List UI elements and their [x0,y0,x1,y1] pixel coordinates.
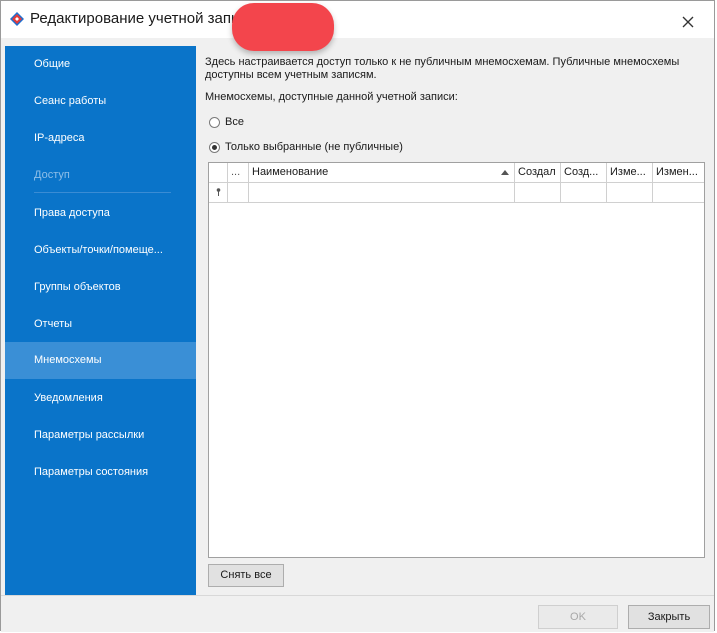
radio-selected-option[interactable]: Только выбранные (не публичные) [209,139,403,155]
filter-cell-modified-by[interactable] [607,183,653,202]
sidebar-item-objects[interactable]: Объекты/точки/помеще... [5,232,196,269]
redaction-mark [232,3,334,51]
sidebar-item-mailing-params[interactable]: Параметры рассылки [5,417,196,454]
sidebar-item-reports[interactable]: Отчеты [5,306,196,343]
radio-all-option[interactable]: Все [209,114,244,130]
column-header-more[interactable]: ... [228,163,249,182]
sort-ascending-icon [501,170,509,175]
filter-cell-created-by[interactable] [515,183,561,202]
sidebar-item-mnemonic-schemes[interactable]: Мнемосхемы [5,342,196,379]
filter-cell-created[interactable] [561,183,607,202]
sidebar-section-access: Доступ [34,169,70,181]
info-line-2: доступны всем учетным записям. [205,69,377,81]
filter-row-indicator [209,183,228,202]
sidebar-item-session[interactable]: Сеанс работы [5,83,196,120]
sidebar-item-access-rights[interactable]: Права доступа [5,195,196,232]
info-line-1: Здесь настраивается доступ только к не п… [205,56,680,68]
radio-all-label: Все [225,116,244,128]
sidebar-item-object-groups[interactable]: Группы объектов [5,269,196,306]
content-panel: Здесь настраивается доступ только к не п… [196,46,713,595]
filter-cell-modified[interactable] [653,183,704,202]
column-header-modified[interactable]: Измен... [653,163,704,182]
window-title: Редактирование учетной запис [30,10,247,27]
row-indicator-header [209,163,228,182]
settings-sidebar: Общие Сеанс работы IP-адреса Доступ Прав… [5,46,196,595]
close-icon[interactable] [681,15,695,29]
filter-cell-more[interactable] [228,183,249,202]
edit-account-dialog: Редактирование учетной запис Общие Сеанс… [0,0,715,632]
column-header-created-by[interactable]: Создал [515,163,561,182]
sidebar-item-notifications[interactable]: Уведомления [5,380,196,417]
available-schemes-label: Мнемосхемы, доступные данной учетной зап… [205,91,458,103]
close-button[interactable]: Закрыть [628,605,710,629]
filter-pin-icon [216,188,221,196]
dialog-footer: OK Закрыть [1,595,714,632]
radio-selected-label: Только выбранные (не публичные) [225,141,403,153]
column-header-created[interactable]: Созд... [561,163,607,182]
grid-filter-row[interactable] [209,183,704,203]
app-logo-icon [10,12,24,26]
sidebar-divider [34,192,171,193]
sidebar-item-general[interactable]: Общие [5,46,196,83]
radio-selected[interactable] [209,141,220,153]
clear-all-button[interactable]: Снять все [208,564,284,587]
info-text: Здесь настраивается доступ только к не п… [205,56,695,82]
radio-all[interactable] [209,116,220,128]
schemes-grid[interactable]: ... Наименование Создал Созд... Изме... … [208,162,705,558]
filter-cell-name[interactable] [249,183,515,202]
column-header-name[interactable]: Наименование [249,163,515,182]
ok-button[interactable]: OK [538,605,618,629]
sidebar-item-state-params[interactable]: Параметры состояния [5,454,196,491]
title-bar: Редактирование учетной запис [1,1,714,51]
sidebar-item-ip-addresses[interactable]: IP-адреса [5,120,196,157]
grid-header: ... Наименование Создал Созд... Изме... … [209,163,704,183]
column-header-modified-by[interactable]: Изме... [607,163,653,182]
